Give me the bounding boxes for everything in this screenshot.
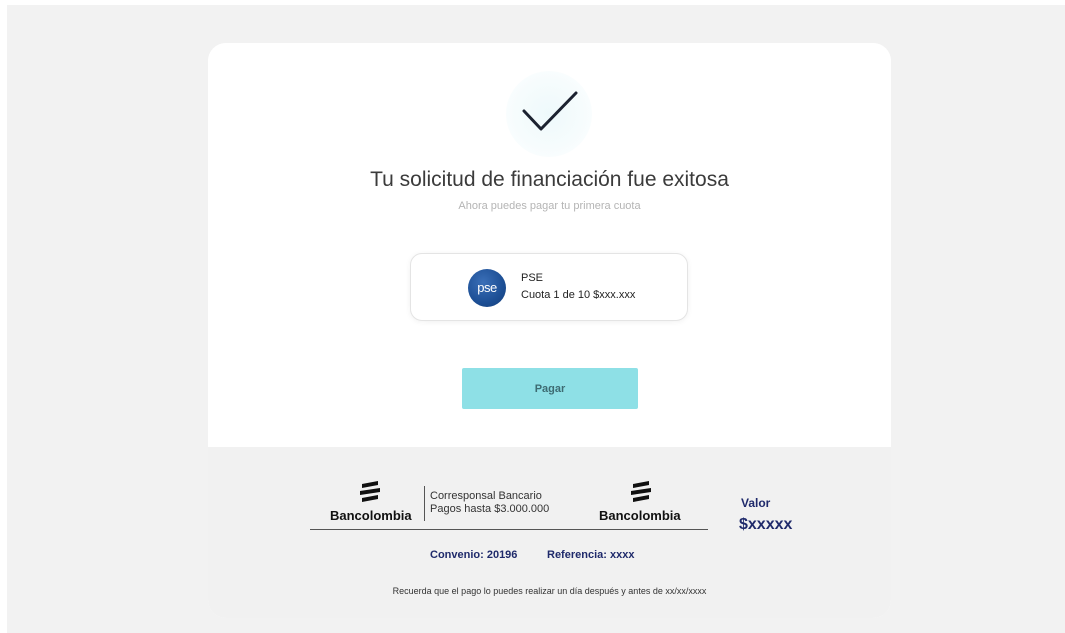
correspondent-title: Corresponsal Bancario — [430, 490, 542, 502]
voucher-separator — [310, 529, 708, 530]
correspondent-limit: Pagos hasta $3.000.000 — [430, 503, 550, 515]
logo-divider — [424, 486, 425, 521]
pse-logo-icon: pse — [468, 269, 506, 307]
checkmark-icon — [522, 91, 578, 131]
value-amount: $xxxxx — [739, 516, 793, 533]
payment-method-card[interactable]: pse PSE Cuota 1 de 10 $xxx.xxx — [410, 253, 688, 321]
page-background: Tu solicitud de financiación fue exitosa… — [7, 5, 1065, 633]
bancolombia-wordmark-right: Bancolombia — [599, 508, 681, 523]
confirmation-card: Tu solicitud de financiación fue exitosa… — [208, 43, 891, 618]
success-title: Tu solicitud de financiación fue exitosa — [370, 168, 729, 191]
bancolombia-logo-icon — [360, 481, 380, 502]
installment-amount: Cuota 1 de 10 $xxx.xxx — [521, 289, 636, 301]
success-subtitle: Ahora puedes pagar tu primera cuota — [458, 200, 641, 212]
value-label: Valor — [741, 496, 771, 510]
bancolombia-wordmark-left: Bancolombia — [330, 508, 412, 523]
payment-method-name: PSE — [521, 272, 544, 284]
bancolombia-logo-icon — [631, 481, 651, 502]
pay-button[interactable]: Pagar — [462, 368, 638, 409]
agreement-number: Convenio: 20196 — [430, 549, 518, 561]
reference-number: Referencia: xxxx — [547, 549, 635, 561]
bancolombia-logo-right — [629, 481, 659, 505]
payment-deadline-note: Recuerda que el pago lo puedes realizar … — [392, 586, 707, 596]
bancolombia-logo-left — [358, 481, 388, 505]
success-section: Tu solicitud de financiación fue exitosa… — [208, 43, 891, 447]
